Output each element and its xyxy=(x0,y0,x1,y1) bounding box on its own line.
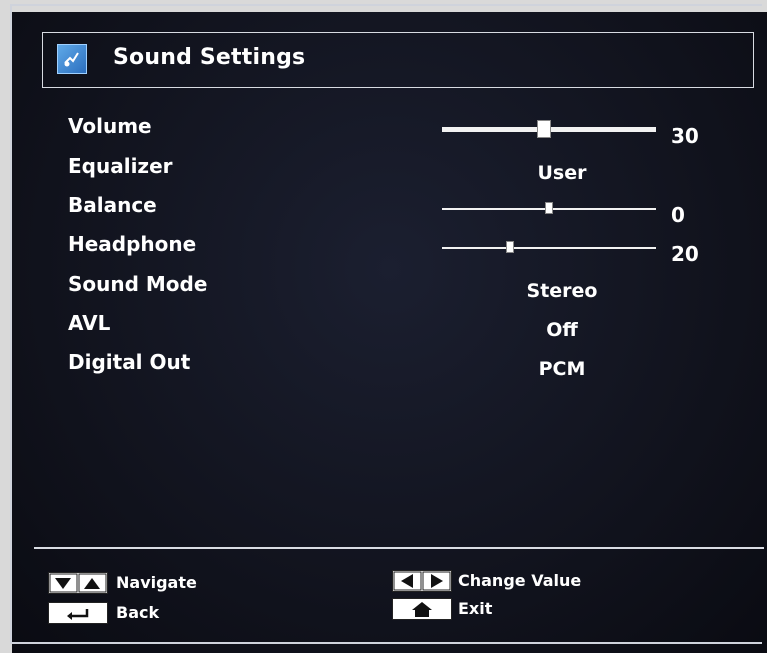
screen-frame xyxy=(10,4,762,644)
